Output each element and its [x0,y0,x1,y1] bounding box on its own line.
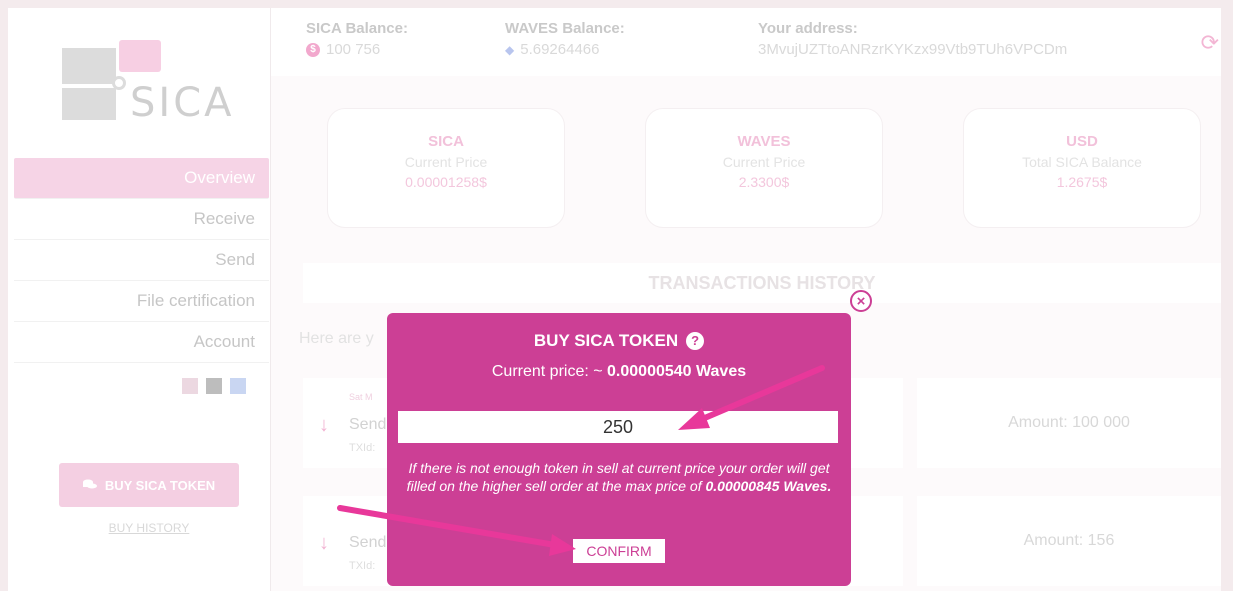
buy-token-modal: BUY SICA TOKEN ? Current price: ~ 0.0000… [387,313,851,586]
arrow-down-icon: ↓ [319,414,329,436]
sidebar-item-receive[interactable]: Receive [14,199,269,240]
waves-balance-value: 5.69264466 [520,41,600,58]
frame-right [1221,0,1233,591]
modal-title: BUY SICA TOKEN ? [387,331,851,351]
sidebar-item-send[interactable]: Send [14,240,269,281]
sica-balance: SICA Balance: $ 100 756 [306,20,408,58]
close-icon[interactable]: × [850,290,872,312]
buy-sica-token-label: BUY SICA TOKEN [104,477,216,493]
logo-shape [62,88,116,120]
logo-shape [62,48,116,84]
waves-balance: WAVES Balance: ◆ 5.69264466 [505,20,625,58]
sidebar: SICA Overview Receive Send File certific… [8,8,271,591]
card-value: 2.3300$ [738,174,790,190]
sidebar-item-overview[interactable]: Overview [14,158,269,199]
sica-price-card: SICA Current Price 0.00001258$ [327,108,565,228]
card-subtitle: Total SICA Balance [1022,154,1142,170]
theme-swatch-blue[interactable] [230,378,246,394]
sidebar-item-account[interactable]: Account [14,322,269,363]
transaction-id: TXId: [349,442,376,454]
address-value: 3MvujUZTtoANRzrKYKzx99Vtb9TUh6VPCDm [758,41,1068,58]
logo-shape [112,76,126,90]
price-value: 0.00000540 Waves [607,363,747,380]
sica-balance-label: SICA Balance: [306,20,408,37]
sica-logo: SICA [62,40,232,130]
order-note-max-price: 0.00000845 Waves. [705,478,832,494]
card-value: 1.2675$ [1056,174,1108,190]
theme-swatch-pink[interactable] [182,378,198,394]
sica-balance-value: 100 756 [326,41,381,58]
frame-top [0,0,1233,8]
price-prefix: Current price: ~ [491,363,608,380]
help-icon[interactable]: ? [686,332,705,350]
transaction-amount: Amount: 156 [917,496,1221,586]
card-title: SICA [428,133,464,150]
transaction-amount: Amount: 100 000 [917,378,1221,468]
transaction-date: Sat M [349,392,373,402]
waves-balance-label: WAVES Balance: [505,20,625,37]
sidebar-nav: Overview Receive Send File certification… [14,158,269,363]
logo-shape [119,40,161,72]
current-price: Current price: ~ 0.00000540 Waves [387,363,851,381]
refresh-icon[interactable]: ⟳ [1201,30,1219,56]
card-value: 0.00001258$ [405,174,487,190]
sica-coin-icon: $ [306,42,320,57]
confirm-button[interactable]: CONFIRM [573,539,665,563]
transaction-type: Send [349,534,387,551]
card-title: USD [1066,133,1098,150]
order-note: If there is not enough token in sell at … [397,459,841,495]
wallet-address: Your address: 3MvujUZTtoANRzrKYKzx99Vtb9… [758,20,1067,58]
waves-price-card: WAVES Current Price 2.3300$ [645,108,883,228]
frame-left [0,0,8,591]
sica-balance-row: $ 100 756 [306,41,408,58]
transaction-type: Send [349,416,387,433]
address-label: Your address: [758,20,858,37]
arrow-down-icon: ↓ [319,532,329,554]
theme-swatches [182,378,246,394]
amount-input[interactable] [398,411,838,443]
balance-header: SICA Balance: $ 100 756 WAVES Balance: ◆… [271,8,1221,76]
buy-history-link[interactable]: BUY HISTORY [59,521,239,535]
logo-text: SICA [130,80,235,126]
history-intro: Here are y [299,330,374,347]
buy-sica-token-button[interactable]: BUY SICA TOKEN [59,463,239,507]
modal-title-text: BUY SICA TOKEN [533,331,679,350]
waves-balance-row: ◆ 5.69264466 [505,41,625,58]
card-title: WAVES [737,133,791,150]
sidebar-item-file-certification[interactable]: File certification [14,281,269,322]
card-subtitle: Current Price [404,154,488,170]
transactions-history-title: TRANSACTIONS HISTORY [303,263,1221,303]
card-subtitle: Current Price [722,154,806,170]
usd-balance-card: USD Total SICA Balance 1.2675$ [963,108,1201,228]
theme-swatch-grey[interactable] [206,378,222,394]
coins-icon [82,478,97,493]
transaction-id: TXId: [349,560,376,572]
waves-diamond-icon: ◆ [505,42,515,57]
